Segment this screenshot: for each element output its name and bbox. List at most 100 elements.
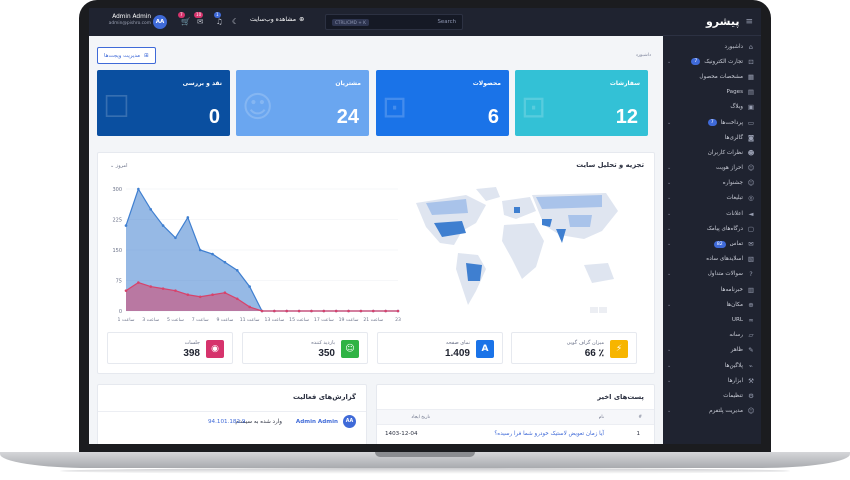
search-input[interactable]: CTRL/CMD + K Search <box>325 14 463 30</box>
series-1-point <box>260 309 264 313</box>
map-greenland <box>476 187 500 201</box>
sidebar-item-label: رسانه <box>729 332 743 339</box>
globe-icon: ⊕ <box>299 16 305 23</box>
visit-site-link[interactable]: مشاهده وب‌سایت ⊕ <box>250 16 304 23</box>
card-orders[interactable]: ⊡ سفارشات 12 <box>515 70 648 136</box>
series-1-point <box>322 309 326 313</box>
chevron-down-icon: ⌄ <box>667 271 672 278</box>
series-0-point <box>161 224 165 227</box>
table-row[interactable]: 1 آیا زمان تعویض لاستیک خودرو شما فرا رس… <box>377 427 654 441</box>
admin-screen: Admin Admin admin@pishro.com AA 🛒 7 ✉ 10… <box>89 8 761 444</box>
sidebar-item[interactable]: ⌄ مکان‌ها ⊕ <box>663 297 761 312</box>
cart-icon: ⊡ <box>748 57 754 66</box>
logo-text: پیشرو <box>705 15 740 28</box>
sidebar-item[interactable]: ⌄ ظاهر ✎ <box>663 343 761 358</box>
sidebar-item[interactable]: ⌄ 7 تجارت الکترونیک ⊡ <box>663 54 761 69</box>
search-placeholder: Search <box>437 19 456 25</box>
series-0-point <box>186 216 190 219</box>
zoom-in-button[interactable] <box>590 307 598 313</box>
chat-icon: ☐ <box>103 90 130 125</box>
y-tick-label: 225 <box>112 217 122 223</box>
activity-user[interactable]: Admin Admin <box>296 419 338 425</box>
sidebar-item[interactable]: مشخصات محصول ▦ <box>663 69 761 84</box>
list-item[interactable]: AA Admin Admin وارد شده به سیستم 94.101.… <box>98 415 366 429</box>
sidebar-item-label: تجارت الکترونیک <box>704 58 743 65</box>
x-tick-label: 9 ساعت <box>216 317 233 323</box>
a-icon: A <box>476 340 494 358</box>
activity-ip[interactable]: 94.101.182.9 <box>208 419 245 425</box>
sidebar-item[interactable]: تنظیمات ⚙ <box>663 388 761 403</box>
sidebar-item[interactable]: ⌄ درگاه‌های پیامک ▢ <box>663 221 761 236</box>
stat-visitors: ☺ بازدید کننده 350 <box>242 332 368 364</box>
manage-widgets-label: مدیریت ویجت‌ها <box>104 52 141 59</box>
series-1-point <box>285 309 289 313</box>
card-title: نقد و بررسی <box>182 80 222 87</box>
sidebar-badge: 7 <box>691 58 701 66</box>
cart-icon: ⊡ <box>521 90 547 125</box>
stat-value: 350 <box>318 348 335 359</box>
sidebar-item[interactable]: ⌄ سوالات متداول? <box>663 267 761 282</box>
series-0-point <box>223 260 227 264</box>
sidebar-item[interactable]: Pages ▤ <box>663 85 761 100</box>
sidebar-item-label: اسلایدهای ساده <box>706 256 743 263</box>
sidebar-item-label: گالری‌ها <box>724 134 743 141</box>
sidebar-item[interactable]: ⌄ 82 تماس ✉ <box>663 236 761 251</box>
sidebar-item[interactable]: وبلاگ ▣ <box>663 100 761 115</box>
chevron-down-icon: ⌄ <box>110 163 115 169</box>
sidebar-item[interactable]: گالری‌ها ◙ <box>663 130 761 145</box>
card-value: 6 <box>487 106 499 128</box>
map-russia <box>536 195 602 209</box>
sidebar-item[interactable]: رسانه ▱ <box>663 328 761 343</box>
manage-widgets-button[interactable]: مدیریت ویجت‌ها ⊞ <box>97 47 156 64</box>
range-select[interactable]: ⌄ امروز <box>110 163 127 169</box>
mail-icon[interactable]: ✉ <box>197 17 203 26</box>
sidebar-item[interactable]: URL ∞ <box>663 312 761 327</box>
folder-icon: ▱ <box>748 331 754 340</box>
chevron-down-icon: ⌄ <box>667 347 672 354</box>
series-1-point <box>198 295 202 299</box>
recent-posts-title: پست‌های اخیر <box>597 393 644 401</box>
sidebar-item[interactable]: ⌄ اعلانات ◄ <box>663 206 761 221</box>
stat-label: بازدید کننده <box>311 340 335 346</box>
sidebar-item[interactable]: ⌄ 7 پرداخت‌ها ▭ <box>663 115 761 130</box>
logo[interactable]: پیشرو ≡ <box>663 8 761 36</box>
card-customers[interactable]: ☺ مشتریان 24 <box>236 70 369 136</box>
menu-icon[interactable]: ≡ <box>745 17 753 27</box>
sidebar-item-label: مدیریت پلتفرم <box>709 408 743 415</box>
avatar[interactable]: AA <box>153 15 167 29</box>
card-products[interactable]: ⊡ محصولات 6 <box>376 70 509 136</box>
sidebar-item[interactable]: ⌄ مدیریت پلتفرم ☺ <box>663 404 761 419</box>
x-tick-label: 1 ساعت <box>118 317 135 323</box>
sidebar-item[interactable]: ⌄ ابزارها ⚒ <box>663 373 761 388</box>
zoom-out-button[interactable] <box>599 307 607 313</box>
slider-icon: ▧ <box>747 255 755 264</box>
main-content: مدیریت ویجت‌ها ⊞ داشبورد ⊡ سفارشات 12 ⊡ … <box>89 36 663 444</box>
cart-icon[interactable]: 🛒 <box>181 17 190 26</box>
post-date: 1403-12-04 <box>385 431 418 437</box>
sidebar-item[interactable]: اسلایدهای ساده ▧ <box>663 252 761 267</box>
sidebar-item[interactable]: نظرات کاربران ☻ <box>663 145 761 160</box>
card-reviews[interactable]: ☐ نقد و بررسی 0 <box>97 70 230 136</box>
sidebar-item[interactable]: خبرنامه‌ها ▥ <box>663 282 761 297</box>
topbar: Admin Admin admin@pishro.com AA 🛒 7 ✉ 10… <box>89 8 663 36</box>
chevron-down-icon: ⌄ <box>667 362 672 369</box>
x-tick-label: 5 ساعت <box>167 317 184 323</box>
card-value: 24 <box>336 106 359 128</box>
card-icon: ▭ <box>747 118 755 127</box>
x-tick-label: 21 ساعت <box>363 317 383 323</box>
post-title-link[interactable]: آیا زمان تعویض لاستیک خودرو شما فرا رسید… <box>494 431 604 437</box>
stat-bounce-rate: ⚡ میزان گزاف گویی 66 ٪ <box>511 332 637 364</box>
sidebar-item[interactable]: ⌄ تبلیغات ◎ <box>663 191 761 206</box>
user-info[interactable]: Admin Admin admin@pishro.com <box>103 14 151 26</box>
chevron-down-icon: ⌄ <box>667 119 672 126</box>
moon-icon[interactable]: ☾ <box>232 17 239 26</box>
x-tick-label: 19 ساعت <box>339 317 359 323</box>
bell-icon[interactable]: ♫ <box>216 17 223 26</box>
x-tick-label: 11 ساعت <box>240 317 260 323</box>
stat-value: 398 <box>183 348 200 359</box>
sidebar-item[interactable]: داشبورد ⌂ <box>663 39 761 54</box>
sidebar-item[interactable]: ⌄ پلاگین‌ها ⌁ <box>663 358 761 373</box>
sidebar-item[interactable]: ⌄ جشنواره ☺ <box>663 176 761 191</box>
activity-avatar: AA <box>343 415 356 428</box>
sidebar-item[interactable]: ⌄ احراز هویت ☺ <box>663 161 761 176</box>
